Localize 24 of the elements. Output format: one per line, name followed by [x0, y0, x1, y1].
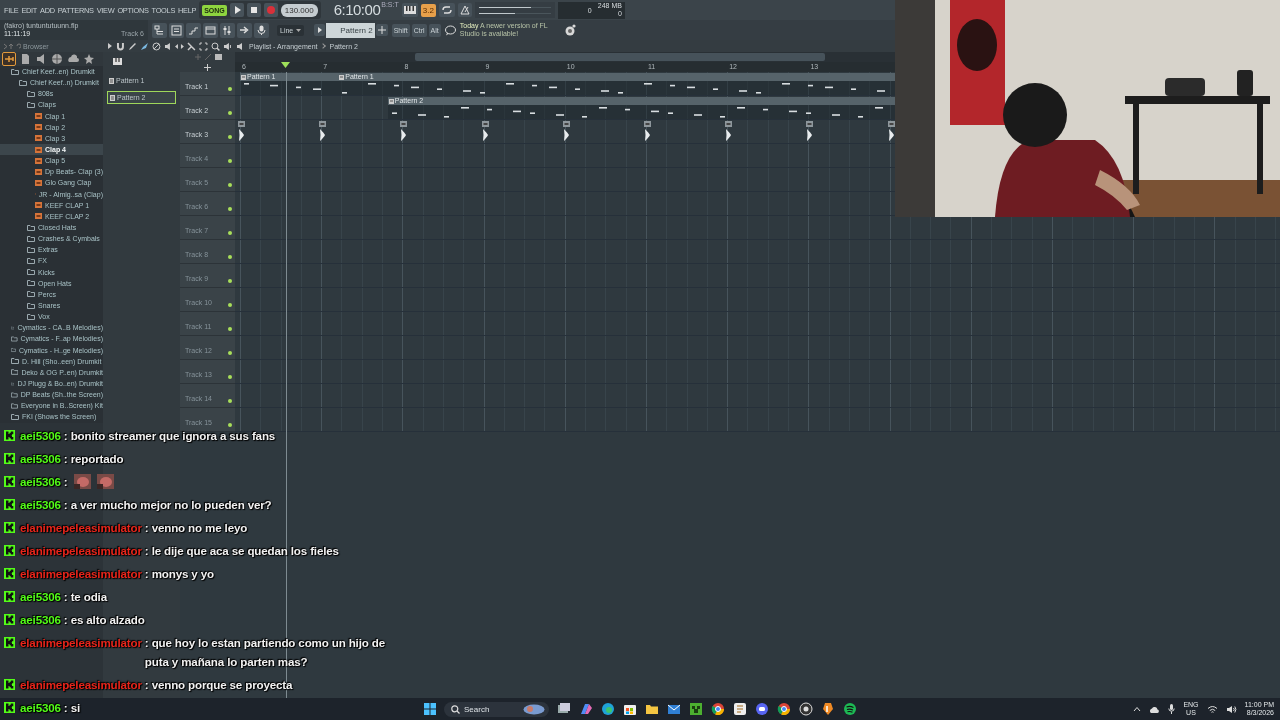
chat-username[interactable]: aei5306 — [20, 610, 61, 629]
chat-message: : monys y yo — [144, 566, 214, 582]
search-bar[interactable]: Search — [444, 701, 549, 717]
chat-username[interactable]: aei5306 — [20, 449, 61, 468]
song-time: 6:10:00 — [333, 1, 381, 19]
chat-username[interactable]: aei5306 — [20, 495, 61, 514]
chat-message: : reportado — [63, 451, 124, 467]
chat-message: : a ver mucho mejor no lo pueden ver? — [63, 497, 272, 513]
chat-message: : le dije que aca se quedan los fieles — [144, 543, 339, 559]
chat-message: : es alto alzado — [63, 612, 145, 628]
chat-message: : que hoy lo estan partiendo como un hijo de puta y mañana lo parten mas? — [144, 635, 386, 670]
pattern-selector[interactable]: Pattern 2 — [326, 22, 375, 38]
chat-message: : te odia — [63, 589, 107, 605]
chat-username[interactable]: aei5306 — [20, 426, 61, 445]
chat-message: : venno no me leyo — [144, 520, 248, 536]
chat-username[interactable]: aei5306 — [20, 698, 61, 717]
chat-message: : — [63, 474, 68, 490]
chat-username[interactable]: aei5306 — [20, 472, 61, 491]
chat-message: : si — [63, 700, 80, 716]
chat-message: : venno porque se proyecta — [144, 677, 293, 693]
tempo-display[interactable]: 130.000 — [280, 3, 318, 17]
step-display[interactable]: 3.2 — [420, 3, 436, 17]
search-field[interactable]: Search — [464, 704, 519, 714]
chat-username[interactable]: aei5306 — [20, 587, 61, 606]
